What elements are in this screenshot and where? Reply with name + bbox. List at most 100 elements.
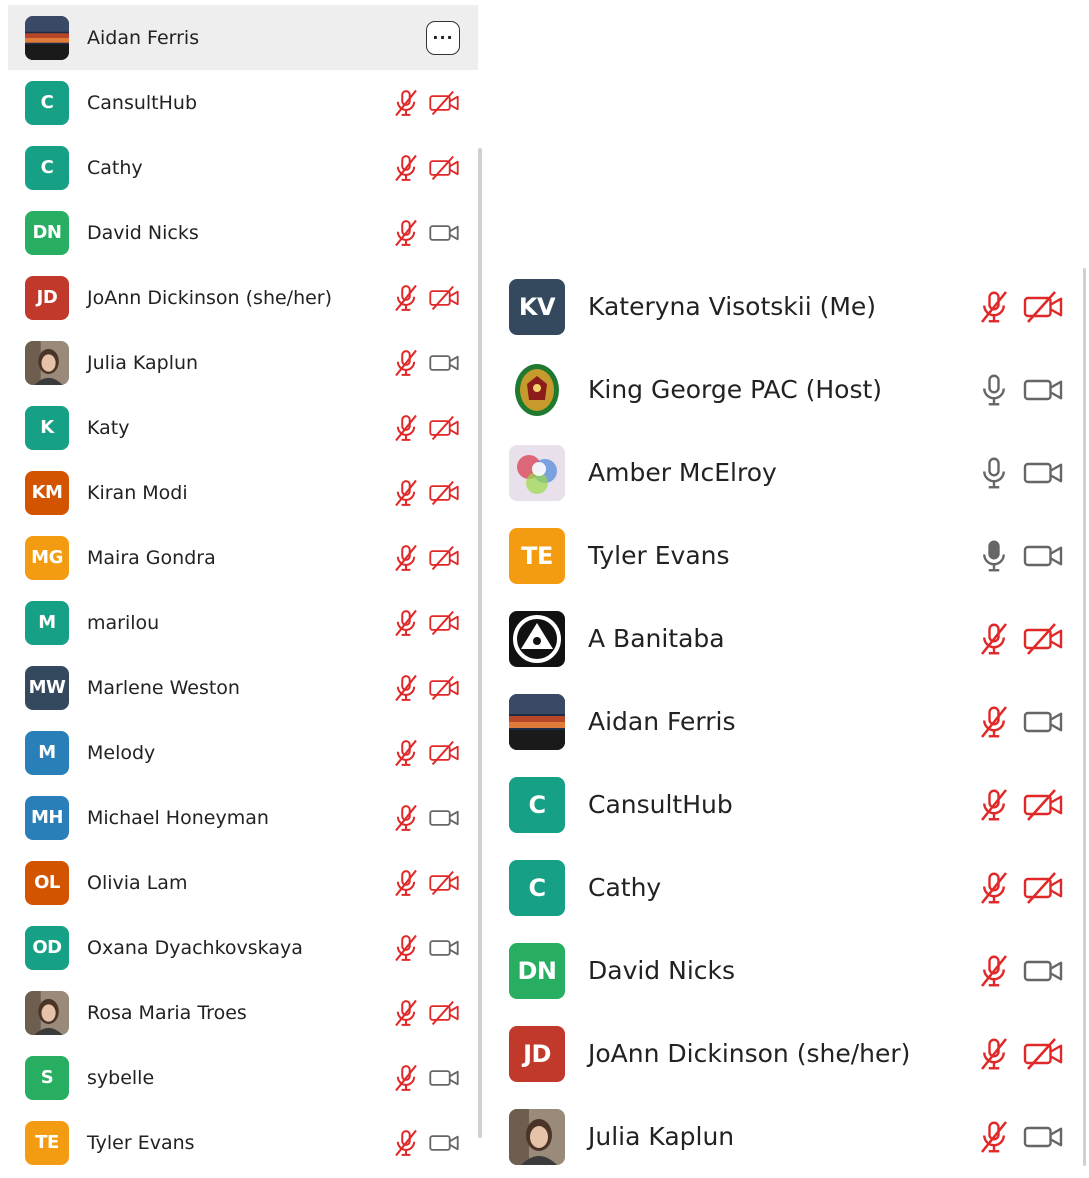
participant-row-sybelle[interactable]: Ssybelle — [8, 1045, 478, 1110]
mic-muted-icon[interactable] — [391, 348, 421, 378]
participant-row-rosa-maria-troes[interactable]: Rosa Maria Troes — [8, 980, 478, 1045]
mic-muted-icon[interactable] — [391, 933, 421, 963]
participant-row-david-nicks[interactable]: DN David Nicks — [8, 200, 478, 265]
video-camera-icon[interactable] — [428, 933, 460, 963]
video-off-icon[interactable] — [1022, 870, 1064, 906]
mic-muted-icon[interactable] — [391, 153, 421, 183]
mic-muted-icon[interactable] — [391, 1128, 421, 1158]
video-camera-icon[interactable] — [1022, 455, 1064, 491]
participant-row-melody[interactable]: M Melody — [8, 720, 478, 785]
participant-row-michael-honeyman[interactable]: MH Michael Honeyman — [8, 785, 478, 850]
mic-muted-icon[interactable] — [391, 673, 421, 703]
participant-row-cathy[interactable]: C Cathy — [8, 135, 478, 200]
participant-row-cansulthub[interactable]: C CansultHub — [486, 763, 1089, 846]
participant-row-cansulthub[interactable]: C CansultHub — [8, 70, 478, 135]
avatar: JD — [25, 275, 69, 320]
participant-row-kiran-modi[interactable]: KM Kiran Modi — [8, 460, 478, 525]
participant-name: Kiran Modi — [87, 481, 188, 504]
participant-name: Cathy — [588, 873, 662, 902]
avatar: S — [25, 1055, 69, 1100]
participant-row-joann-dickinson-she-her[interactable]: JD JoAnn Dickinson (she/her) — [486, 1012, 1089, 1095]
participant-row-joann-dickinson-she-her[interactable]: JD JoAnn Dickinson (she/her) — [8, 265, 478, 330]
video-camera-icon[interactable] — [428, 803, 460, 833]
participant-row-cathy[interactable]: C Cathy — [486, 846, 1089, 929]
mic-muted-icon[interactable] — [391, 543, 421, 573]
video-off-icon[interactable] — [1022, 1036, 1064, 1072]
mic-muted-icon[interactable] — [976, 787, 1012, 823]
video-off-icon[interactable] — [428, 738, 460, 768]
mic-muted-icon[interactable] — [391, 283, 421, 313]
video-off-icon[interactable] — [428, 283, 460, 313]
video-off-icon[interactable] — [428, 998, 460, 1028]
participant-row-tyler-evans[interactable]: TE Tyler Evans — [8, 1110, 478, 1175]
video-camera-icon[interactable] — [1022, 372, 1064, 408]
avatar: C — [509, 859, 565, 916]
avatar — [509, 444, 565, 501]
mic-muted-icon[interactable] — [976, 953, 1012, 989]
video-off-icon[interactable] — [428, 868, 460, 898]
mic-muted-icon[interactable] — [391, 1063, 421, 1093]
participant-name: JoAnn Dickinson (she/her) — [588, 1039, 911, 1068]
video-off-icon[interactable] — [428, 153, 460, 183]
video-off-icon[interactable] — [428, 608, 460, 638]
microphone-icon[interactable] — [976, 538, 1012, 574]
video-off-icon[interactable] — [428, 88, 460, 118]
participant-row-kateryna-visotskii-me[interactable]: KV Kateryna Visotskii (Me) — [486, 265, 1089, 348]
mic-muted-icon[interactable] — [391, 738, 421, 768]
mic-muted-icon[interactable] — [391, 478, 421, 508]
participant-row-amber-mcelroy[interactable]: Amber McElroy — [486, 431, 1089, 514]
participant-row-marilou[interactable]: Mmarilou — [8, 590, 478, 655]
mic-muted-icon[interactable] — [976, 1119, 1012, 1155]
mic-muted-icon[interactable] — [391, 868, 421, 898]
participant-row-oxana-dyachkovskaya[interactable]: OD Oxana Dyachkovskaya — [8, 915, 478, 980]
mic-muted-icon[interactable] — [976, 621, 1012, 657]
mic-muted-icon[interactable] — [976, 870, 1012, 906]
participant-row-julia-kaplun[interactable]: Julia Kaplun — [8, 330, 478, 395]
video-off-icon[interactable] — [1022, 621, 1064, 657]
microphone-icon[interactable] — [976, 455, 1012, 491]
participant-row-aidan-ferris[interactable]: Aidan Ferris — [486, 680, 1089, 763]
participant-row-david-nicks[interactable]: DN David Nicks — [486, 929, 1089, 1012]
scrollbar-right[interactable] — [1083, 268, 1086, 1166]
participant-row-a-banitaba[interactable]: A Banitaba — [486, 597, 1089, 680]
participant-row-aidan-ferris[interactable]: Aidan Ferris ··· — [8, 5, 478, 70]
more-options-button[interactable]: ··· — [426, 21, 460, 55]
video-camera-icon[interactable] — [428, 1128, 460, 1158]
mic-muted-icon[interactable] — [391, 413, 421, 443]
mic-muted-icon[interactable] — [391, 998, 421, 1028]
video-off-icon[interactable] — [428, 413, 460, 443]
mic-muted-icon[interactable] — [391, 88, 421, 118]
video-camera-icon[interactable] — [428, 1063, 460, 1093]
video-off-icon[interactable] — [1022, 787, 1064, 823]
video-camera-icon[interactable] — [1022, 538, 1064, 574]
mic-muted-icon[interactable] — [976, 704, 1012, 740]
avatar — [25, 15, 69, 60]
avatar: M — [25, 730, 69, 775]
video-camera-icon[interactable] — [428, 348, 460, 378]
scrollbar-left[interactable] — [478, 148, 482, 1138]
participant-name: Aidan Ferris — [588, 707, 736, 736]
participant-row-marlene-weston[interactable]: MW Marlene Weston — [8, 655, 478, 720]
video-camera-icon[interactable] — [428, 218, 460, 248]
video-camera-icon[interactable] — [1022, 953, 1064, 989]
mic-muted-icon[interactable] — [391, 803, 421, 833]
participant-row-olivia-lam[interactable]: OL Olivia Lam — [8, 850, 478, 915]
video-off-icon[interactable] — [428, 478, 460, 508]
participant-name: Cathy — [87, 156, 143, 179]
avatar — [25, 340, 69, 385]
participant-row-katy[interactable]: K Katy — [8, 395, 478, 460]
video-camera-icon[interactable] — [1022, 704, 1064, 740]
video-camera-icon[interactable] — [1022, 1119, 1064, 1155]
microphone-icon[interactable] — [976, 372, 1012, 408]
video-off-icon[interactable] — [1022, 289, 1064, 325]
mic-muted-icon[interactable] — [976, 289, 1012, 325]
mic-muted-icon[interactable] — [391, 608, 421, 638]
participant-name: Katy — [87, 416, 130, 439]
participant-row-king-george-pac-host[interactable]: King George PAC (Host) — [486, 348, 1089, 431]
video-off-icon[interactable] — [428, 543, 460, 573]
mic-muted-icon[interactable] — [976, 1036, 1012, 1072]
participant-row-tyler-evans[interactable]: TE Tyler Evans — [486, 514, 1089, 597]
participant-row-maira-gondra[interactable]: MG Maira Gondra — [8, 525, 478, 590]
mic-muted-icon[interactable] — [391, 218, 421, 248]
video-off-icon[interactable] — [428, 673, 460, 703]
